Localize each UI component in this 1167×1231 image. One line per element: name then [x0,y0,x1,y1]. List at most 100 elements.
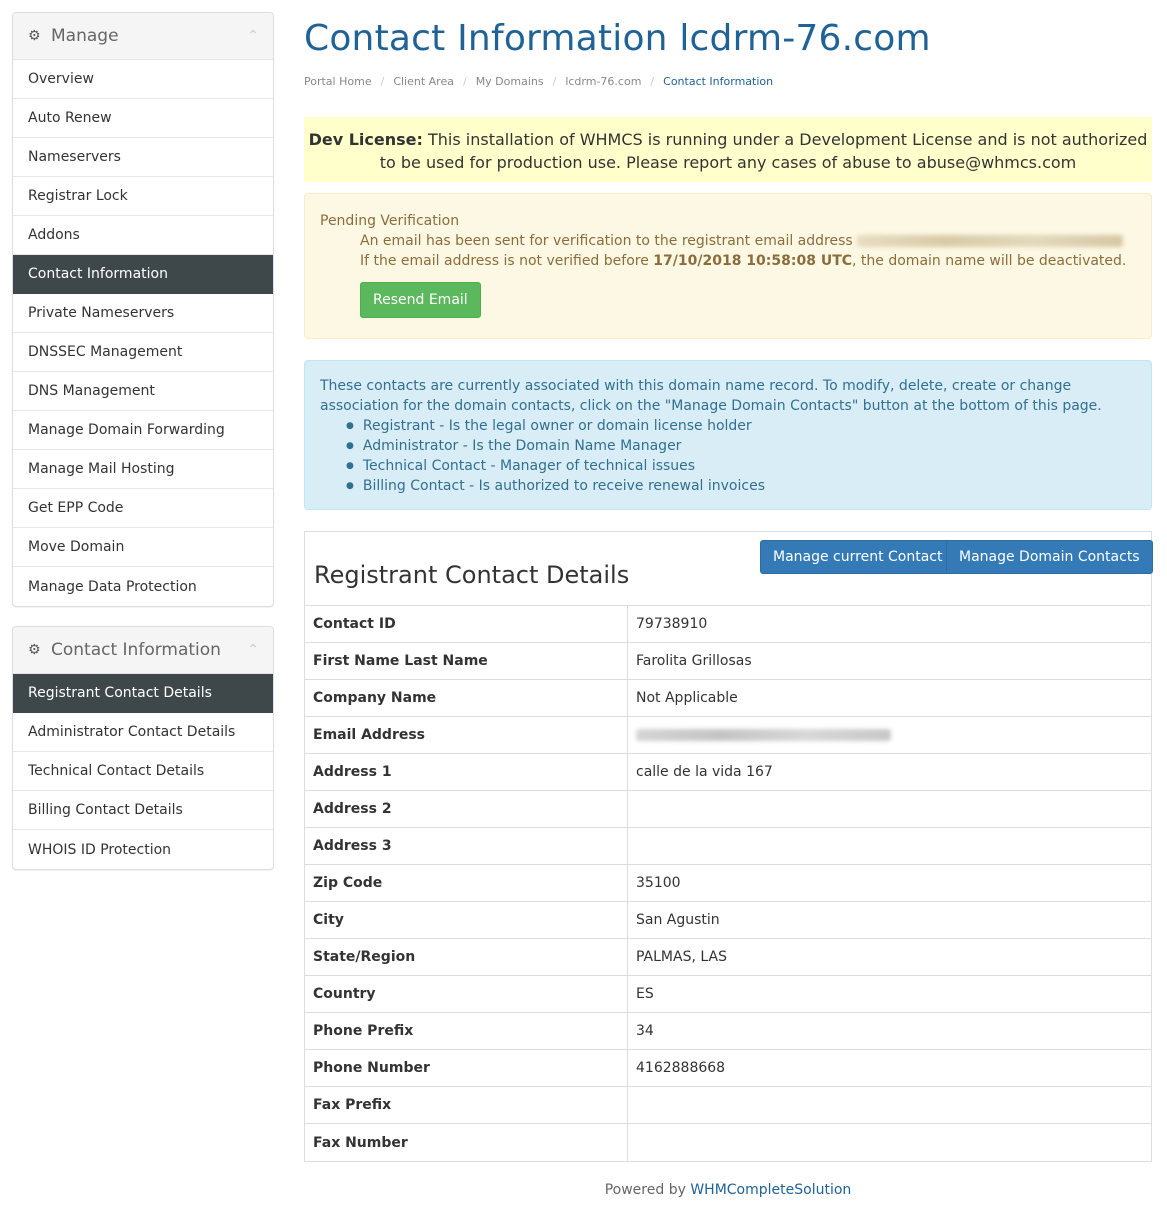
sidebar-item-label: Auto Renew [28,110,112,126]
row-value [628,1087,1151,1123]
sidebar-item-addons[interactable]: Addons [13,216,273,255]
table-row: Address 3 [305,828,1151,865]
sidebar-item-label: Addons [28,227,80,243]
contact-panel-heading[interactable]: ⚙ Contact Information ⌃ [13,627,273,674]
table-row: Fax Prefix [305,1087,1151,1124]
sidebar-item-label: Contact Information [28,266,168,282]
breadcrumb-separator: / [380,75,385,88]
sidebar-item-manage-data-protection[interactable]: Manage Data Protection [13,567,273,606]
row-key: City [305,902,628,938]
row-value: Farolita Grillosas [636,653,752,669]
sidebar-item-whois-id-protection[interactable]: WHOIS ID Protection [13,830,273,869]
pending-deadline: 17/10/2018 10:58:08 UTC [653,253,853,269]
table-row: First Name Last Name Farolita Grillosas [305,643,1151,680]
manage-domain-contacts-button[interactable]: Manage Domain Contacts [946,540,1153,574]
gear-icon: ⚙ [28,28,41,44]
sidebar-item-technical-contact-details[interactable]: Technical Contact Details [13,752,273,791]
pending-text-end: , the domain name will be deactivated. [852,253,1127,269]
chevron-up-icon[interactable]: ⌃ [247,28,259,44]
list-item: Administrator - Is the Domain Name Manag… [346,436,1136,456]
row-value: calle de la vida 167 [636,764,773,780]
list-item: Billing Contact - Is authorized to recei… [346,476,1136,496]
sidebar-item-administrator-contact-details[interactable]: Administrator Contact Details [13,713,273,752]
sidebar-item-move-domain[interactable]: Move Domain [13,528,273,567]
row-value: 34 [636,1023,654,1039]
contacts-info-alert: These contacts are currently associated … [304,360,1152,510]
table-row: City San Agustin [305,902,1151,939]
table-row: Company Name Not Applicable [305,680,1151,717]
row-key: Contact ID [305,606,628,642]
table-row: Address 2 [305,791,1151,828]
sidebar-item-get-epp-code[interactable]: Get EPP Code [13,489,273,528]
sidebar-item-overview[interactable]: Overview [13,60,273,99]
sidebar-item-label: Manage Domain Forwarding [28,422,225,438]
sidebar-item-label: Registrant Contact Details [28,685,212,701]
sidebar-item-nameservers[interactable]: Nameservers [13,138,273,177]
row-key: Address 3 [305,828,628,864]
row-key: First Name Last Name [305,643,628,679]
contacts-info-text: These contacts are currently associated … [320,378,1102,414]
breadcrumb-separator: / [552,75,557,88]
row-key: Fax Number [305,1124,628,1161]
sidebar-item-registrar-lock[interactable]: Registrar Lock [13,177,273,216]
table-row: Address 1 calle de la vida 167 [305,754,1151,791]
row-value [628,717,1151,753]
sidebar-item-label: Move Domain [28,539,125,555]
registrant-details-table: Registrant Contact Details Manage curren… [304,531,1153,1162]
breadcrumb: Portal Home / Client Area / My Domains / lc… [304,75,773,88]
sidebar-item-label: Overview [28,71,94,87]
manage-menu: Overview Auto Renew Nameservers Registrar L… [13,60,273,606]
sidebar-item-private-nameservers[interactable]: Private Nameservers [13,294,273,333]
sidebar-item-dnssec-management[interactable]: DNSSEC Management [13,333,273,372]
sidebar-item-auto-renew[interactable]: Auto Renew [13,99,273,138]
row-key: State/Region [305,939,628,975]
contact-panel-title: Contact Information [51,640,221,660]
sidebar-item-manage-mail-hosting[interactable]: Manage Mail Hosting [13,450,273,489]
blurred-email [636,729,891,741]
table-row: Phone Prefix 34 [305,1013,1151,1050]
table-row: Phone Number 4162888668 [305,1050,1151,1087]
row-value: 4162888668 [636,1060,726,1076]
row-value: Not Applicable [636,690,738,706]
sidebar-item-label: Registrar Lock [28,188,128,204]
manage-panel-heading[interactable]: ⚙ Manage ⌃ [13,13,273,60]
chevron-up-icon[interactable]: ⌃ [247,642,259,658]
pending-text-before: An email has been sent for verification … [360,233,853,249]
sidebar-item-label: WHOIS ID Protection [28,841,172,858]
row-value: 79738910 [636,616,708,632]
breadcrumb-my-domains[interactable]: My Domains [476,75,544,88]
row-key: Phone Prefix [305,1013,628,1049]
dev-license-banner: Dev License: This installation of WHMCS … [304,117,1152,182]
sidebar-item-contact-information[interactable]: Contact Information [13,255,273,294]
row-value: PALMAS, LAS [636,949,727,965]
footer-link[interactable]: WHMCompleteSolution [690,1182,851,1198]
sidebar-item-label: DNSSEC Management [28,344,183,360]
manage-current-contact-button[interactable]: Manage current Contact [760,540,956,574]
row-key: Zip Code [305,865,628,901]
dev-license-text: This installation of WHMCS is running un… [379,130,1148,172]
footer: Powered by WHMCompleteSolution [304,1182,1152,1198]
breadcrumb-separator: / [650,75,655,88]
row-value: San Agustin [636,912,720,928]
sidebar-item-label: Technical Contact Details [28,763,205,779]
sidebar-item-label: Billing Contact Details [28,802,183,818]
sidebar-item-label: Get EPP Code [28,500,124,516]
breadcrumb-portal-home[interactable]: Portal Home [304,75,372,88]
row-key: Address 2 [305,791,628,827]
row-key: Company Name [305,680,628,716]
details-header: Registrant Contact Details Manage curren… [305,532,1153,606]
table-row: Contact ID 79738910 [305,606,1151,643]
pending-verification-alert: Pending Verification An email has been s… [304,193,1152,339]
table-row: Country ES [305,976,1151,1013]
breadcrumb-client-area[interactable]: Client Area [393,75,454,88]
breadcrumb-separator: / [462,75,467,88]
breadcrumb-domain[interactable]: lcdrm-76.com [565,75,641,88]
sidebar-item-billing-contact-details[interactable]: Billing Contact Details [13,791,273,830]
sidebar-item-label: Nameservers [28,149,121,165]
table-row: Fax Number [305,1124,1151,1161]
row-value: ES [636,986,654,1002]
sidebar-item-dns-management[interactable]: DNS Management [13,372,273,411]
sidebar-item-manage-domain-forwarding[interactable]: Manage Domain Forwarding [13,411,273,450]
sidebar-item-registrant-contact-details[interactable]: Registrant Contact Details [13,674,273,713]
resend-email-button[interactable]: Resend Email [360,282,481,318]
